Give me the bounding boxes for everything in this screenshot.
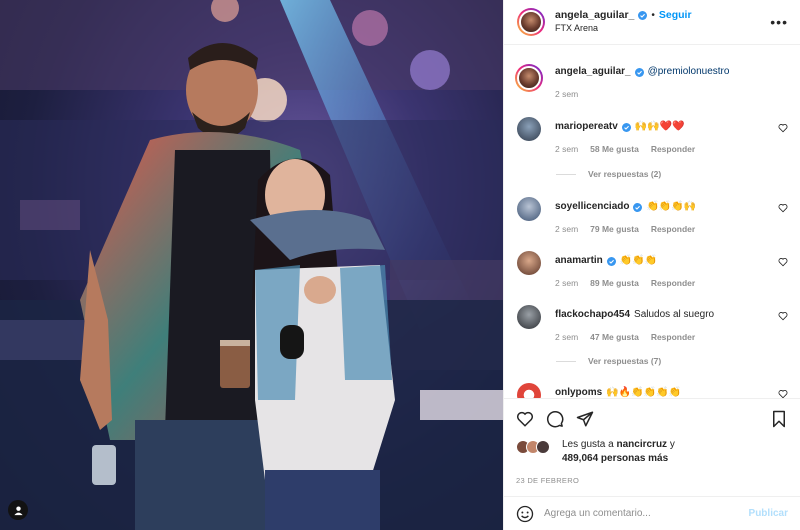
add-comment-bar: Publicar xyxy=(504,496,800,530)
comment-like-heart-icon[interactable] xyxy=(778,389,788,398)
separator-dot: • xyxy=(651,10,655,21)
author-avatar[interactable] xyxy=(517,8,545,36)
more-options-button[interactable]: ••• xyxy=(770,14,788,30)
user-tag-button[interactable] xyxy=(8,500,28,520)
comment-likes[interactable]: 58 Me gusta xyxy=(590,144,639,154)
comment-text: 👏👏👏 xyxy=(619,255,658,266)
comment-like-heart-icon[interactable] xyxy=(778,203,788,213)
caption: angela_aguilar_ @premiolonuestro 2 sem xyxy=(515,64,788,99)
comments-list[interactable]: angela_aguilar_ @premiolonuestro 2 sem m… xyxy=(504,45,800,398)
user-tag-icon xyxy=(13,505,23,515)
instagram-post: angela_aguilar_ • Seguir FTX Arena ••• a… xyxy=(0,0,800,530)
comment-avatar[interactable] xyxy=(517,383,541,398)
caption-username[interactable]: angela_aguilar_ xyxy=(555,65,631,79)
comment-username[interactable]: soyellicenciado xyxy=(555,200,629,214)
view-replies-button[interactable]: Ver respuestas (2) xyxy=(556,169,661,179)
comment-avatar[interactable] xyxy=(517,117,541,141)
comment-age[interactable]: 2 sem xyxy=(555,278,578,288)
comment-text: 🙌🔥👏👏👏👏 xyxy=(606,387,681,398)
comment-likes[interactable]: 89 Me gusta xyxy=(590,278,639,288)
likes-joiner: y xyxy=(667,439,675,450)
publish-button[interactable]: Publicar xyxy=(749,508,788,519)
concert-photo-illustration xyxy=(0,0,503,530)
verified-badge-icon xyxy=(634,67,644,77)
share-icon[interactable] xyxy=(576,410,594,428)
liker-avatars[interactable] xyxy=(516,440,556,454)
verified-badge-icon xyxy=(638,11,648,20)
reply-button[interactable]: Responder xyxy=(651,332,695,342)
caption-avatar[interactable] xyxy=(515,64,543,92)
caption-age[interactable]: 2 sem xyxy=(555,89,578,99)
post-photo[interactable] xyxy=(0,0,503,530)
comment-text: 🙌🙌❤️❤️ xyxy=(634,121,685,132)
comment-item: mariopereatv 🙌🙌❤️❤️ 2 sem 58 Me gusta Re… xyxy=(517,117,788,154)
comment-username[interactable]: anamartin xyxy=(555,254,603,268)
author-username[interactable]: angela_aguilar_ xyxy=(555,9,634,22)
comment-icon[interactable] xyxy=(546,410,564,428)
comment-text: Saludos al suegro xyxy=(634,309,715,320)
comment-like-heart-icon[interactable] xyxy=(778,257,788,267)
likes-summary: Les gusta a nancircruz y 489,064 persona… xyxy=(504,438,800,472)
post-actions xyxy=(504,398,800,438)
comment-avatar[interactable] xyxy=(517,251,541,275)
post-details-panel: angela_aguilar_ • Seguir FTX Arena ••• a… xyxy=(503,0,800,530)
likes-count[interactable]: 489,064 personas más xyxy=(562,453,668,464)
comment-likes[interactable]: 79 Me gusta xyxy=(590,224,639,234)
view-replies-label: Ver respuestas (2) xyxy=(588,169,662,179)
comment-username[interactable]: flackochapo454 xyxy=(555,308,630,322)
heart-icon[interactable] xyxy=(516,410,534,428)
location-link[interactable]: FTX Arena xyxy=(555,22,692,35)
emoji-icon[interactable] xyxy=(516,505,534,523)
comment-likes[interactable]: 47 Me gusta xyxy=(590,332,639,342)
reply-button[interactable]: Responder xyxy=(651,224,695,234)
comment-item: flackochapo454 Saludos al suegro 2 sem 4… xyxy=(517,305,788,342)
comment-item: onlypoms 🙌🔥👏👏👏👏 xyxy=(517,383,788,398)
comment-avatar[interactable] xyxy=(517,305,541,329)
comment-age[interactable]: 2 sem xyxy=(555,224,578,234)
comment-username[interactable]: mariopereatv xyxy=(555,120,618,134)
view-replies-label: Ver respuestas (7) xyxy=(588,356,662,366)
comment-like-heart-icon[interactable] xyxy=(778,123,788,133)
bookmark-icon[interactable] xyxy=(770,410,788,428)
verified-badge-icon xyxy=(621,122,631,132)
reply-button[interactable]: Responder xyxy=(651,278,695,288)
comment-avatar[interactable] xyxy=(517,197,541,221)
comment-input[interactable] xyxy=(544,508,749,519)
comment-item: soyellicenciado 👏👏👏🙌 2 sem 79 Me gusta R… xyxy=(517,197,788,234)
comment-age[interactable]: 2 sem xyxy=(555,144,578,154)
comment-text: 👏👏👏🙌 xyxy=(646,201,697,212)
verified-badge-icon xyxy=(606,256,616,266)
view-replies-button[interactable]: Ver respuestas (7) xyxy=(556,356,661,366)
comment-like-heart-icon[interactable] xyxy=(778,311,788,321)
likes-prefix: Les gusta a xyxy=(562,439,617,450)
post-header: angela_aguilar_ • Seguir FTX Arena ••• xyxy=(504,0,800,45)
comment-username[interactable]: onlypoms xyxy=(555,386,602,398)
comment-age[interactable]: 2 sem xyxy=(555,332,578,342)
reply-button[interactable]: Responder xyxy=(651,144,695,154)
liker-username[interactable]: nancircruz xyxy=(616,439,667,450)
caption-mention[interactable]: @premiolonuestro xyxy=(648,65,730,79)
post-date[interactable]: 23 DE FEBRERO xyxy=(504,476,800,496)
comment-item: anamartin 👏👏👏 2 sem 89 Me gusta Responde… xyxy=(517,251,788,288)
follow-button[interactable]: Seguir xyxy=(659,9,692,22)
verified-badge-icon xyxy=(633,202,643,212)
